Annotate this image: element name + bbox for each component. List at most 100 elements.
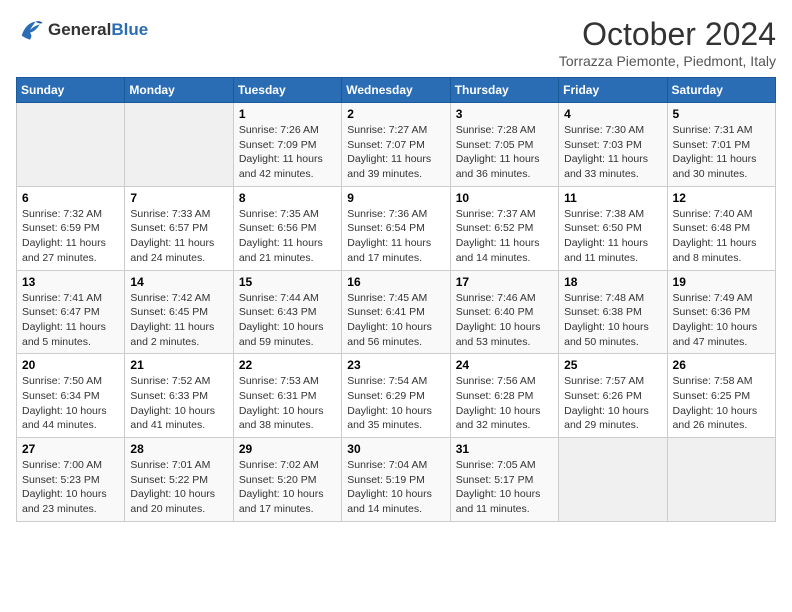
- calendar-week-5: 27 Sunrise: 7:00 AM Sunset: 5:23 PM Dayli…: [17, 438, 776, 522]
- day-info: Sunrise: 7:35 AM Sunset: 6:56 PM Dayligh…: [239, 207, 336, 266]
- day-number: 29: [239, 442, 336, 456]
- day-number: 2: [347, 107, 444, 121]
- calendar-cell: 4Sunrise: 7:30 AM Sunset: 7:03 PM Daylig…: [559, 103, 667, 187]
- header-row: Sunday Monday Tuesday Wednesday Thursday…: [17, 78, 776, 103]
- calendar-cell: 3 Sunrise: 7:28 AM Sunset: 7:05 PM Daylig…: [450, 103, 558, 187]
- day-number: 14: [130, 275, 227, 289]
- day-number: 19: [673, 275, 770, 289]
- day-number: 31: [456, 442, 553, 456]
- calendar-cell: 31 Sunrise: 7:05 AM Sunset: 5:17 PM Dayli…: [450, 438, 558, 522]
- day-number: 5: [673, 107, 770, 121]
- calendar-cell: 24Sunrise: 7:56 AM Sunset: 6:28 PM Dayli…: [450, 354, 558, 438]
- day-info: Sunrise: 7:52 AM Sunset: 6:33 PM Dayligh…: [130, 374, 227, 433]
- day-info: Sunrise: 7:31 AM Sunset: 7:01 PM Dayligh…: [673, 123, 770, 182]
- day-number: 15: [239, 275, 336, 289]
- logo-bird-icon: [16, 16, 44, 44]
- day-number: 9: [347, 191, 444, 205]
- col-wednesday: Wednesday: [342, 78, 450, 103]
- day-number: 16: [347, 275, 444, 289]
- calendar-cell: [125, 103, 233, 187]
- day-info: Sunrise: 7:05 AM Sunset: 5:17 PM Dayligh…: [456, 458, 553, 517]
- day-number: 8: [239, 191, 336, 205]
- month-title: October 2024: [559, 16, 776, 53]
- day-info: Sunrise: 7:02 AM Sunset: 5:20 PM Dayligh…: [239, 458, 336, 517]
- calendar-cell: 15Sunrise: 7:44 AM Sunset: 6:43 PM Dayli…: [233, 270, 341, 354]
- calendar-cell: 1 Sunrise: 7:26 AM Sunset: 7:09 PM Daylig…: [233, 103, 341, 187]
- calendar-cell: 18 Sunrise: 7:48 AM Sunset: 6:38 PM Dayli…: [559, 270, 667, 354]
- col-monday: Monday: [125, 78, 233, 103]
- day-info: Sunrise: 7:00 AM Sunset: 5:23 PM Dayligh…: [22, 458, 119, 517]
- calendar-week-2: 6 Sunrise: 7:32 AM Sunset: 6:59 PM Daylig…: [17, 186, 776, 270]
- calendar-week-4: 20 Sunrise: 7:50 AM Sunset: 6:34 PM Dayli…: [17, 354, 776, 438]
- day-info: Sunrise: 7:56 AM Sunset: 6:28 PM Dayligh…: [456, 374, 553, 433]
- calendar-week-1: 1 Sunrise: 7:26 AM Sunset: 7:09 PM Daylig…: [17, 103, 776, 187]
- calendar-cell: 6 Sunrise: 7:32 AM Sunset: 6:59 PM Daylig…: [17, 186, 125, 270]
- day-number: 26: [673, 358, 770, 372]
- calendar-cell: 14 Sunrise: 7:42 AM Sunset: 6:45 PM Dayli…: [125, 270, 233, 354]
- day-number: 17: [456, 275, 553, 289]
- day-number: 25: [564, 358, 661, 372]
- day-number: 4: [564, 107, 661, 121]
- calendar-cell: [559, 438, 667, 522]
- calendar-cell: [17, 103, 125, 187]
- day-info: Sunrise: 7:26 AM Sunset: 7:09 PM Dayligh…: [239, 123, 336, 182]
- col-sunday: Sunday: [17, 78, 125, 103]
- day-number: 10: [456, 191, 553, 205]
- day-number: 1: [239, 107, 336, 121]
- day-info: Sunrise: 7:42 AM Sunset: 6:45 PM Dayligh…: [130, 291, 227, 350]
- day-number: 11: [564, 191, 661, 205]
- day-number: 18: [564, 275, 661, 289]
- day-number: 3: [456, 107, 553, 121]
- day-number: 6: [22, 191, 119, 205]
- calendar-cell: 5 Sunrise: 7:31 AM Sunset: 7:01 PM Daylig…: [667, 103, 775, 187]
- logo: GeneralBlue: [16, 16, 148, 44]
- day-info: Sunrise: 7:57 AM Sunset: 6:26 PM Dayligh…: [564, 374, 661, 433]
- day-info: Sunrise: 7:58 AM Sunset: 6:25 PM Dayligh…: [673, 374, 770, 433]
- day-number: 12: [673, 191, 770, 205]
- calendar-table: Sunday Monday Tuesday Wednesday Thursday…: [16, 77, 776, 522]
- day-info: Sunrise: 7:41 AM Sunset: 6:47 PM Dayligh…: [22, 291, 119, 350]
- logo-text: GeneralBlue: [48, 20, 148, 40]
- day-info: Sunrise: 7:32 AM Sunset: 6:59 PM Dayligh…: [22, 207, 119, 266]
- day-info: Sunrise: 7:48 AM Sunset: 6:38 PM Dayligh…: [564, 291, 661, 350]
- col-tuesday: Tuesday: [233, 78, 341, 103]
- day-info: Sunrise: 7:50 AM Sunset: 6:34 PM Dayligh…: [22, 374, 119, 433]
- title-block: October 2024 Torrazza Piemonte, Piedmont…: [559, 16, 776, 69]
- calendar-header: Sunday Monday Tuesday Wednesday Thursday…: [17, 78, 776, 103]
- calendar-cell: 23Sunrise: 7:54 AM Sunset: 6:29 PM Dayli…: [342, 354, 450, 438]
- calendar-cell: 17Sunrise: 7:46 AM Sunset: 6:40 PM Dayli…: [450, 270, 558, 354]
- calendar-cell: 27 Sunrise: 7:00 AM Sunset: 5:23 PM Dayli…: [17, 438, 125, 522]
- day-info: Sunrise: 7:01 AM Sunset: 5:22 PM Dayligh…: [130, 458, 227, 517]
- day-number: 13: [22, 275, 119, 289]
- calendar-cell: 26 Sunrise: 7:58 AM Sunset: 6:25 PM Dayli…: [667, 354, 775, 438]
- calendar-cell: 22 Sunrise: 7:53 AM Sunset: 6:31 PM Dayli…: [233, 354, 341, 438]
- col-thursday: Thursday: [450, 78, 558, 103]
- day-number: 30: [347, 442, 444, 456]
- calendar-cell: 19 Sunrise: 7:49 AM Sunset: 6:36 PM Dayli…: [667, 270, 775, 354]
- calendar-week-3: 13 Sunrise: 7:41 AM Sunset: 6:47 PM Dayli…: [17, 270, 776, 354]
- calendar-cell: 20 Sunrise: 7:50 AM Sunset: 6:34 PM Dayli…: [17, 354, 125, 438]
- day-info: Sunrise: 7:53 AM Sunset: 6:31 PM Dayligh…: [239, 374, 336, 433]
- day-number: 27: [22, 442, 119, 456]
- calendar-cell: 11Sunrise: 7:38 AM Sunset: 6:50 PM Dayli…: [559, 186, 667, 270]
- location: Torrazza Piemonte, Piedmont, Italy: [559, 53, 776, 69]
- day-info: Sunrise: 7:36 AM Sunset: 6:54 PM Dayligh…: [347, 207, 444, 266]
- col-friday: Friday: [559, 78, 667, 103]
- col-saturday: Saturday: [667, 78, 775, 103]
- day-number: 21: [130, 358, 227, 372]
- day-number: 22: [239, 358, 336, 372]
- day-number: 23: [347, 358, 444, 372]
- day-info: Sunrise: 7:40 AM Sunset: 6:48 PM Dayligh…: [673, 207, 770, 266]
- calendar-cell: 29 Sunrise: 7:02 AM Sunset: 5:20 PM Dayli…: [233, 438, 341, 522]
- calendar-cell: 9 Sunrise: 7:36 AM Sunset: 6:54 PM Daylig…: [342, 186, 450, 270]
- day-info: Sunrise: 7:49 AM Sunset: 6:36 PM Dayligh…: [673, 291, 770, 350]
- day-number: 20: [22, 358, 119, 372]
- page-header: GeneralBlue October 2024 Torrazza Piemon…: [16, 16, 776, 69]
- day-info: Sunrise: 7:28 AM Sunset: 7:05 PM Dayligh…: [456, 123, 553, 182]
- day-info: Sunrise: 7:37 AM Sunset: 6:52 PM Dayligh…: [456, 207, 553, 266]
- calendar-cell: 8 Sunrise: 7:35 AM Sunset: 6:56 PM Daylig…: [233, 186, 341, 270]
- day-info: Sunrise: 7:27 AM Sunset: 7:07 PM Dayligh…: [347, 123, 444, 182]
- calendar-cell: 30Sunrise: 7:04 AM Sunset: 5:19 PM Dayli…: [342, 438, 450, 522]
- day-info: Sunrise: 7:45 AM Sunset: 6:41 PM Dayligh…: [347, 291, 444, 350]
- calendar-cell: 16 Sunrise: 7:45 AM Sunset: 6:41 PM Dayli…: [342, 270, 450, 354]
